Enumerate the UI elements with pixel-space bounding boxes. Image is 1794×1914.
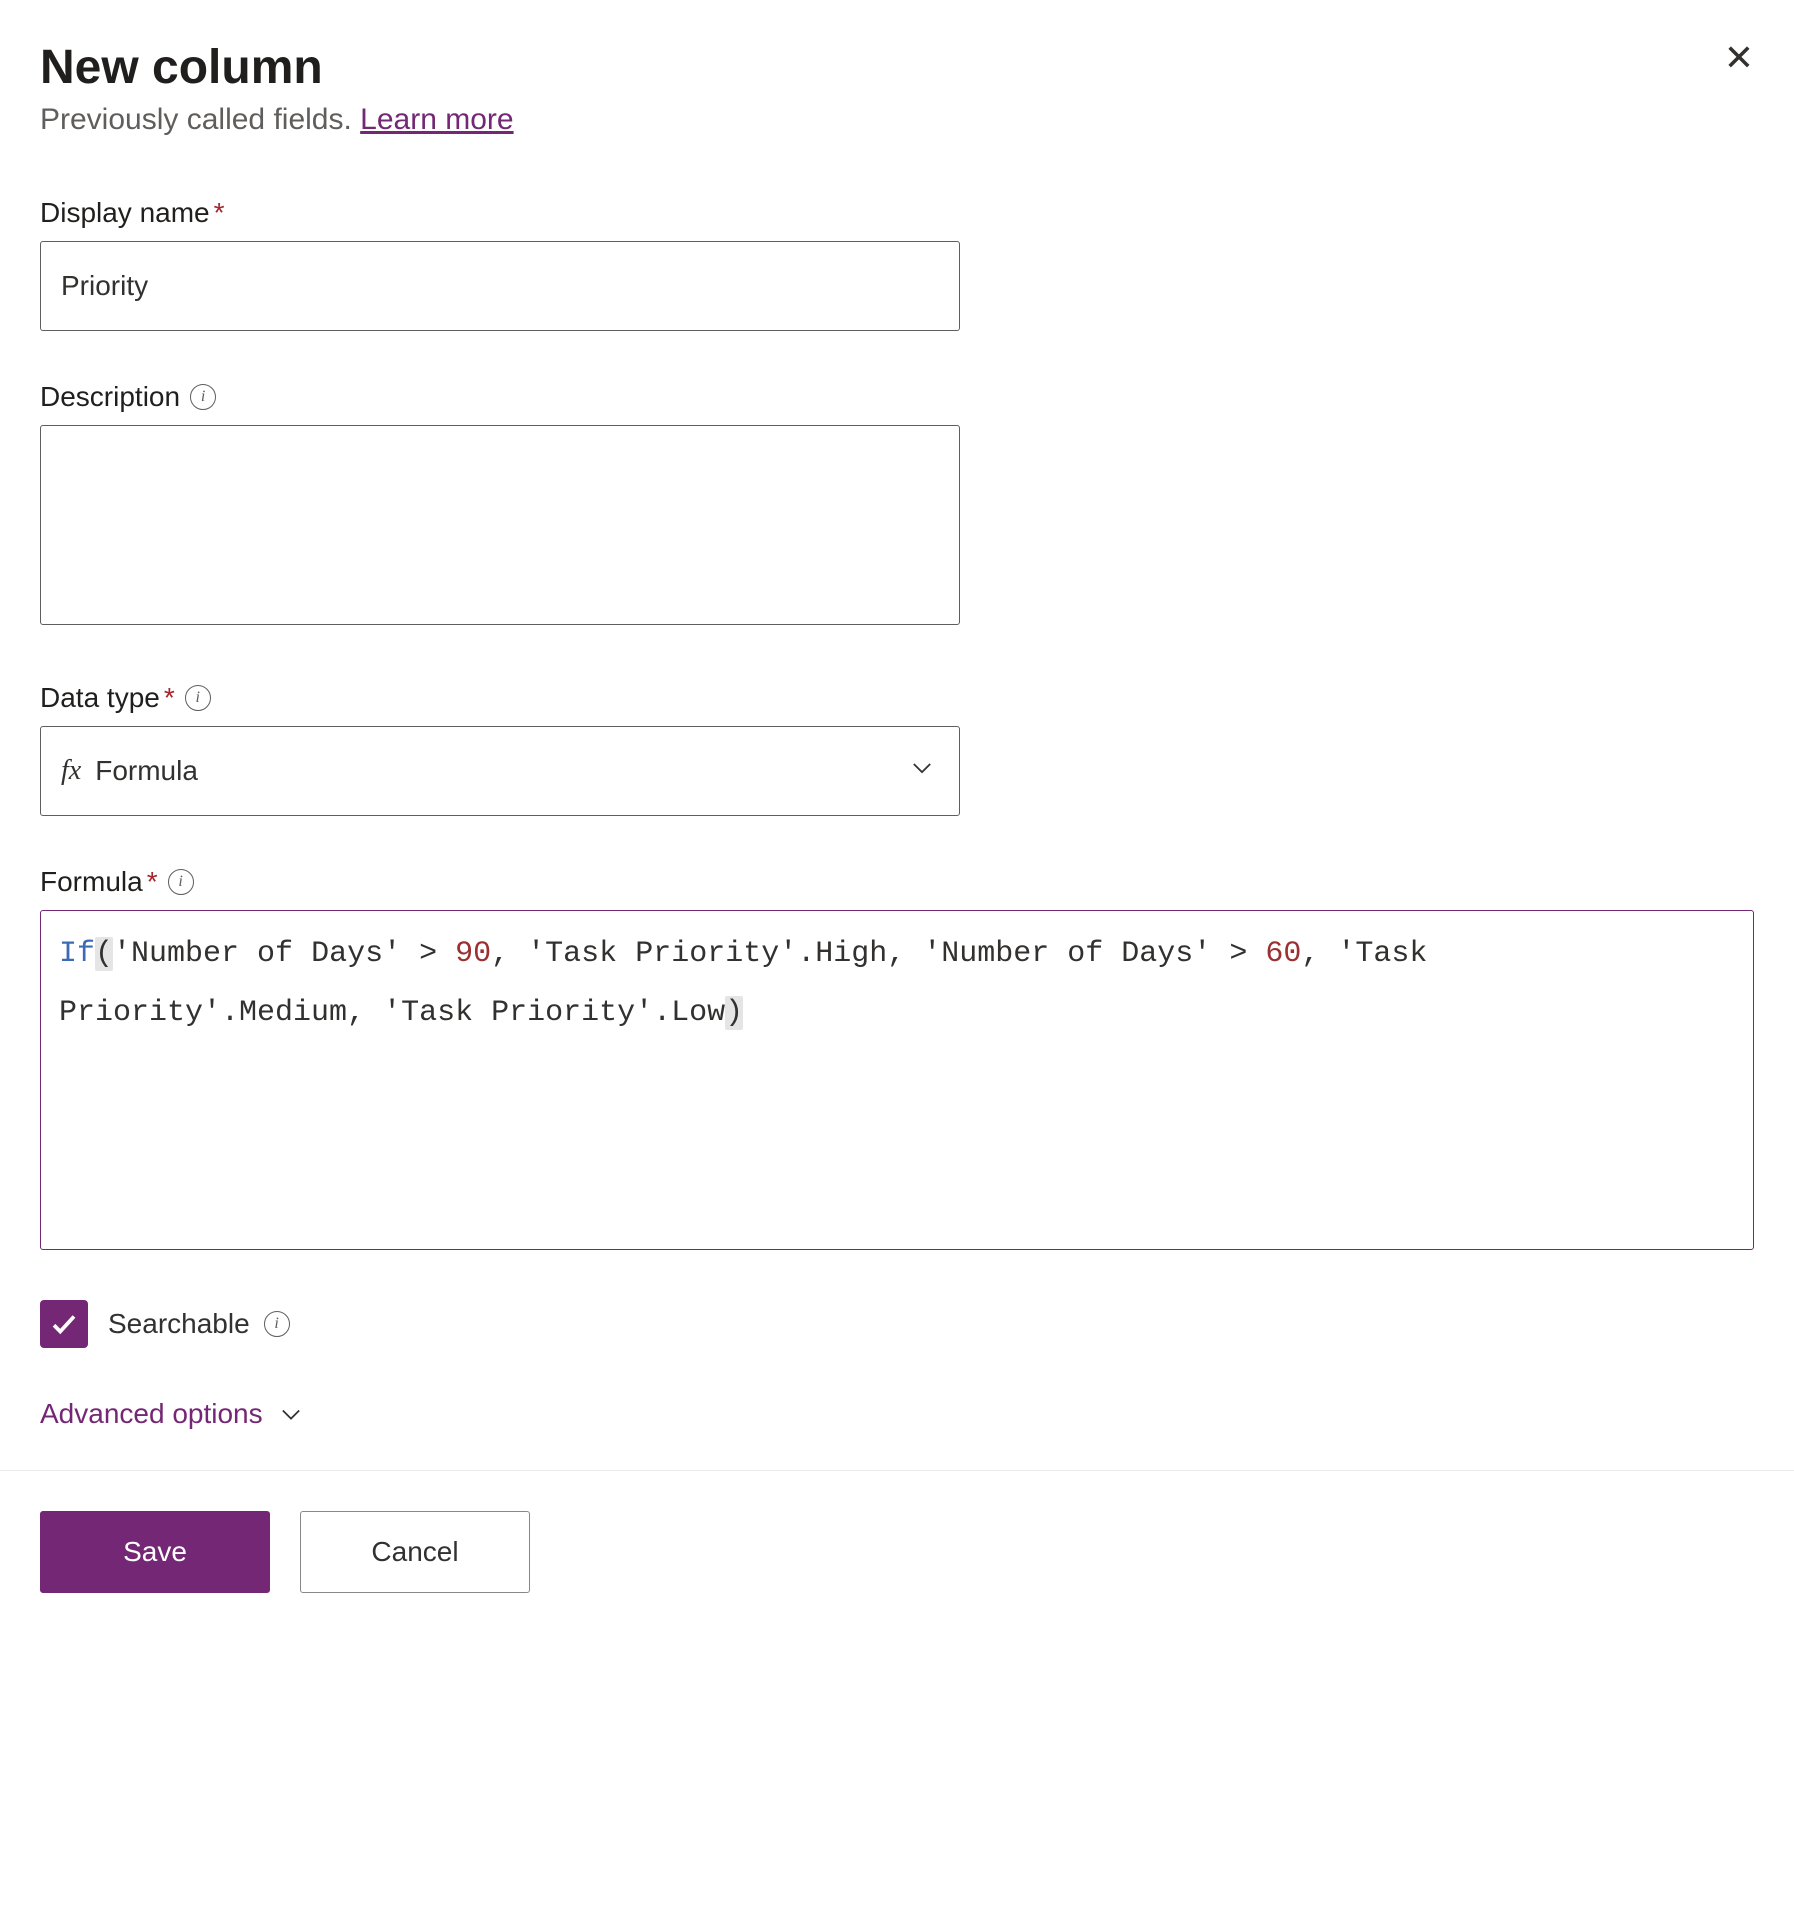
info-icon[interactable]: i [264, 1311, 290, 1337]
display-name-label: Display name* [40, 197, 1754, 229]
display-name-label-text: Display name [40, 197, 210, 228]
subtitle-text: Previously called fields. [40, 103, 360, 136]
data-type-label: Data type* i [40, 682, 1754, 714]
formula-token: , [491, 937, 509, 971]
formula-token: 'Number of Days' [923, 937, 1211, 971]
info-icon[interactable]: i [168, 869, 194, 895]
formula-token: , [1301, 937, 1319, 971]
formula-token: , [887, 937, 905, 971]
formula-token: 'Task Priority'.Low [383, 996, 725, 1030]
description-input[interactable] [40, 425, 960, 625]
searchable-label: Searchable [108, 1308, 250, 1340]
info-icon[interactable]: i [185, 685, 211, 711]
info-icon[interactable]: i [190, 384, 216, 410]
data-type-select[interactable]: fx Formula [40, 726, 960, 816]
description-label: Description i [40, 381, 1754, 413]
formula-token: 'Number of Days' [113, 937, 401, 971]
searchable-checkbox[interactable] [40, 1300, 88, 1348]
required-indicator: * [147, 866, 158, 897]
formula-token: 90 [455, 937, 491, 971]
save-button[interactable]: Save [40, 1511, 270, 1593]
formula-input[interactable]: If('Number of Days' > 90, 'Task Priority… [40, 910, 1754, 1250]
data-type-value: Formula [95, 755, 198, 787]
formula-token: > [419, 937, 437, 971]
display-name-input[interactable] [40, 241, 960, 331]
required-indicator: * [164, 682, 175, 713]
formula-token: If [59, 937, 95, 971]
panel-title: New column [40, 40, 514, 95]
formula-token: > [1229, 937, 1247, 971]
formula-token: ( [95, 937, 113, 971]
close-icon[interactable]: ✕ [1724, 40, 1754, 76]
data-type-label-text: Data type [40, 682, 160, 713]
formula-token: ) [725, 996, 743, 1030]
learn-more-link[interactable]: Learn more [360, 103, 513, 136]
advanced-options-toggle[interactable]: Advanced options [40, 1398, 1754, 1430]
formula-token: 60 [1265, 937, 1301, 971]
fx-icon: fx [61, 755, 81, 787]
panel-subtitle: Previously called fields. Learn more [40, 103, 514, 137]
divider [0, 1470, 1794, 1471]
chevron-down-icon [277, 1400, 305, 1428]
required-indicator: * [214, 197, 225, 228]
advanced-options-label: Advanced options [40, 1398, 263, 1430]
description-label-text: Description [40, 381, 180, 413]
formula-token: , [347, 996, 365, 1030]
cancel-button[interactable]: Cancel [300, 1511, 530, 1593]
formula-label: Formula* i [40, 866, 1754, 898]
formula-label-text: Formula [40, 866, 143, 897]
formula-token: 'Task Priority'.High [527, 937, 887, 971]
